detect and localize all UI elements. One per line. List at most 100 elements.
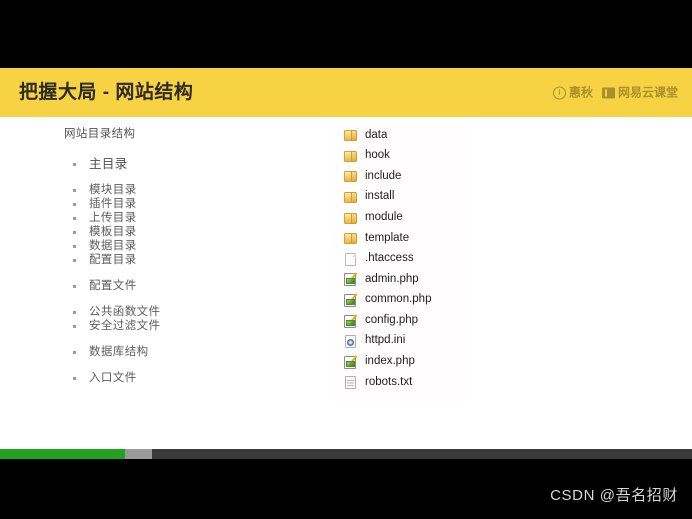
bullet-icon bbox=[73, 245, 76, 248]
book-icon bbox=[601, 87, 615, 98]
outline-item: 上传目录 bbox=[73, 212, 294, 226]
video-progress-bar[interactable] bbox=[0, 449, 692, 459]
outline-column: 网站目录结构 主目录模块目录 插件目录 上传目录 模板目录 数据目录 配置目录配置文件公共… bbox=[64, 128, 294, 386]
file-row: index.php bbox=[332, 352, 468, 373]
outline-item-label: 配置目录 bbox=[89, 253, 137, 266]
outline-group: 数据库结构 bbox=[64, 346, 294, 360]
bullet-icon bbox=[73, 189, 76, 192]
partner-circle-icon: i bbox=[552, 86, 566, 99]
outline-item: 配置文件 bbox=[73, 280, 294, 294]
letterbox-bottom: CSDN @吾名招财 bbox=[0, 459, 692, 519]
outline-item: 数据库结构 bbox=[73, 346, 294, 360]
brand-logos: i 惠秋 网易云课堂 bbox=[552, 85, 678, 100]
outline-item-label: 数据库结构 bbox=[89, 345, 149, 358]
bullet-icon bbox=[73, 259, 76, 262]
file-row: hook bbox=[332, 146, 468, 167]
folder-icon bbox=[344, 169, 358, 183]
outline-group: 配置文件 bbox=[64, 280, 294, 294]
partner-logo: i 惠秋 bbox=[552, 85, 593, 100]
progress-played bbox=[0, 449, 125, 459]
pencil-icon bbox=[351, 314, 359, 323]
watermark: CSDN @吾名招财 bbox=[550, 487, 678, 504]
partner-label: 惠秋 bbox=[568, 85, 593, 100]
outline-item-label: 安全过滤文件 bbox=[89, 319, 161, 332]
file-name: admin.php bbox=[365, 272, 419, 285]
file-row: robots.txt bbox=[332, 372, 468, 393]
file-row: template bbox=[332, 228, 468, 249]
file-row: common.php bbox=[332, 290, 468, 311]
outline-item: 插件目录 bbox=[73, 198, 294, 212]
pencil-icon bbox=[351, 293, 359, 302]
outline-item-label: 模板目录 bbox=[89, 225, 137, 238]
folder-icon bbox=[344, 128, 358, 142]
file-name: hook bbox=[365, 149, 390, 162]
outline-item-label: 公共函数文件 bbox=[89, 305, 161, 318]
outline-item: 入口文件 bbox=[73, 372, 294, 386]
bullet-icon bbox=[73, 285, 76, 288]
outline-item-label: 模块目录 bbox=[89, 183, 137, 196]
file-name: robots.txt bbox=[365, 375, 413, 388]
folder-icon bbox=[344, 149, 358, 163]
outline-item: 配置目录 bbox=[73, 254, 294, 268]
outline-item-label: 插件目录 bbox=[89, 197, 137, 210]
bullet-icon bbox=[73, 203, 76, 206]
outline-item: 模块目录 bbox=[73, 184, 294, 198]
file-row: module bbox=[332, 207, 468, 228]
outline-item: 模板目录 bbox=[73, 226, 294, 240]
folder-icon bbox=[344, 211, 358, 225]
directory-listing-image: data hook include install module template .hta… bbox=[332, 125, 468, 403]
outline-item: 主目录 bbox=[73, 158, 294, 172]
file-name: module bbox=[365, 210, 403, 223]
php-editor-file-icon bbox=[344, 293, 359, 308]
bullet-icon bbox=[73, 231, 76, 234]
outline-group: 公共函数文件 安全过滤文件 bbox=[64, 306, 294, 334]
file-row: config.php bbox=[332, 310, 468, 331]
file-name: template bbox=[365, 231, 410, 244]
file-name: config.php bbox=[365, 313, 419, 326]
file-row: include bbox=[332, 166, 468, 187]
letterbox-top bbox=[0, 0, 692, 68]
file-name: httpd.ini bbox=[365, 334, 406, 347]
outline-group: 模块目录 插件目录 上传目录 模板目录 数据目录 配置目录 bbox=[64, 184, 294, 268]
folder-icon bbox=[344, 231, 358, 245]
file-name: common.php bbox=[365, 293, 432, 306]
php-editor-file-icon bbox=[344, 272, 358, 287]
text-document-icon bbox=[344, 375, 358, 390]
bullet-icon bbox=[73, 377, 76, 380]
slide-title-band: 把握大局 - 网站结构 i 惠秋 网易云课堂 bbox=[0, 68, 692, 117]
file-row: data bbox=[332, 125, 468, 146]
outline-item-label: 数据目录 bbox=[89, 239, 137, 252]
platform-label: 网易云课堂 bbox=[617, 85, 678, 100]
outline-item: 公共函数文件 bbox=[73, 306, 294, 320]
slide-title: 把握大局 - 网站结构 bbox=[19, 82, 194, 103]
folder-icon bbox=[344, 190, 358, 204]
file-name: install bbox=[365, 190, 395, 203]
blank-document-icon bbox=[344, 252, 358, 266]
pencil-icon bbox=[351, 355, 359, 364]
outline-group: 主目录 bbox=[64, 158, 294, 172]
file-row: install bbox=[332, 187, 468, 208]
bullet-icon bbox=[73, 163, 76, 166]
slide-body: 网站目录结构 主目录模块目录 插件目录 上传目录 模板目录 数据目录 配置目录配置文件公共… bbox=[0, 117, 692, 449]
outline-item: 安全过滤文件 bbox=[73, 320, 294, 334]
outline-item-label: 上传目录 bbox=[89, 211, 137, 224]
outline-item-label: 配置文件 bbox=[89, 279, 137, 292]
php-editor-file-icon bbox=[344, 314, 358, 328]
bullet-icon bbox=[73, 325, 76, 328]
ini-settings-file-icon bbox=[344, 334, 358, 349]
outline-heading: 网站目录结构 bbox=[64, 128, 136, 140]
bullet-icon bbox=[73, 217, 76, 220]
file-row: admin.php bbox=[332, 269, 468, 290]
outline-groups: 主目录模块目录 插件目录 上传目录 模板目录 数据目录 配置目录配置文件公共函数文件 安全过… bbox=[64, 158, 294, 386]
bullet-icon bbox=[73, 311, 76, 314]
php-editor-file-icon bbox=[344, 355, 358, 369]
file-name: include bbox=[365, 169, 402, 182]
platform-logo: 网易云课堂 bbox=[601, 85, 678, 100]
outline-item-label: 主目录 bbox=[89, 157, 128, 172]
file-name: data bbox=[365, 128, 388, 141]
slide-canvas: 把握大局 - 网站结构 i 惠秋 网易云课堂 网站目录结构 主目录模块目录 插件目… bbox=[0, 68, 692, 449]
file-name: .htaccess bbox=[365, 252, 414, 265]
file-name: index.php bbox=[365, 355, 415, 368]
outline-item-label: 入口文件 bbox=[89, 371, 137, 384]
file-row: .htaccess bbox=[332, 249, 468, 270]
